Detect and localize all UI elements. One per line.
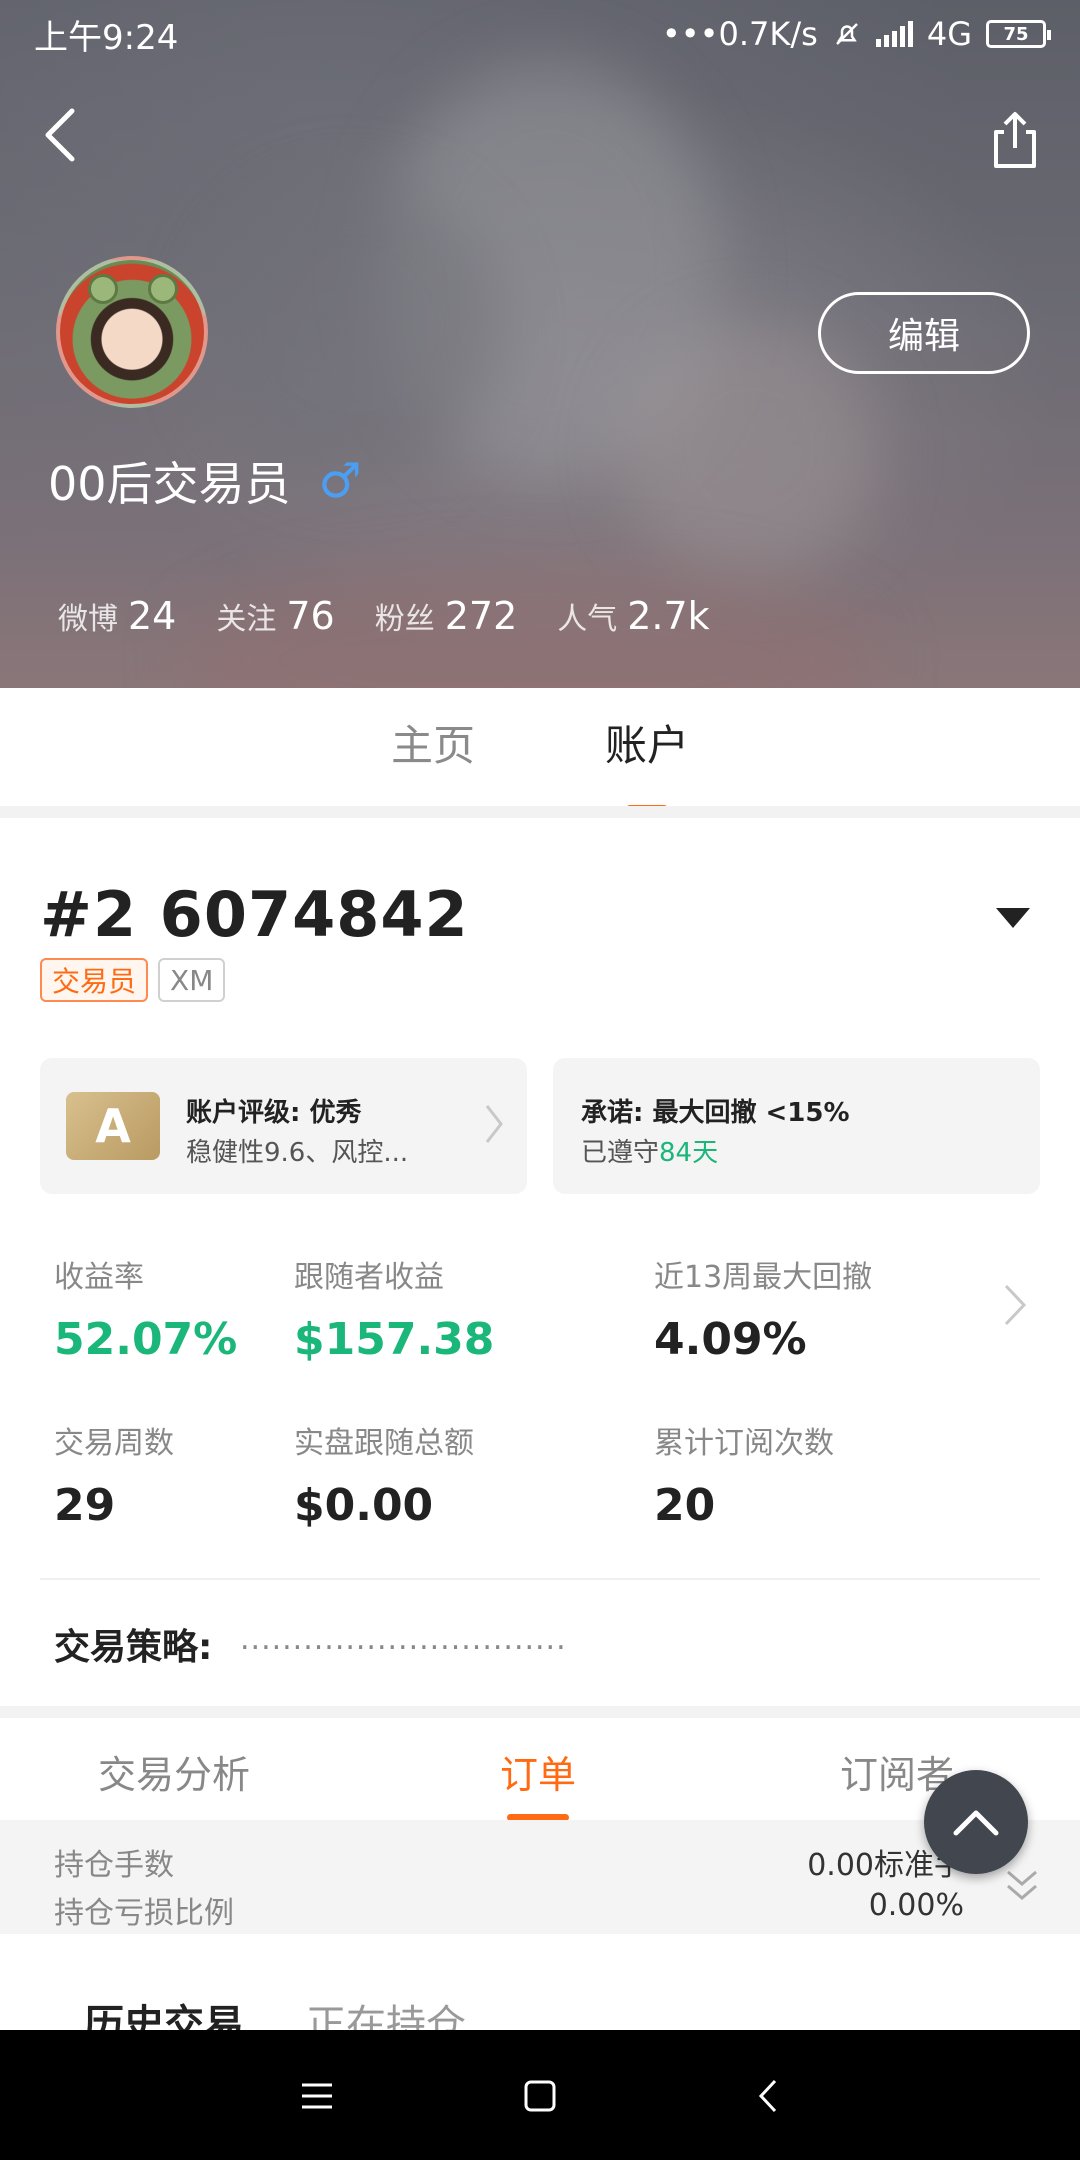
- detail-tabs: 交易分析 订单 订阅者: [0, 1718, 1080, 1820]
- signal-icon: [875, 21, 913, 47]
- profile-tabs: 主页 账户: [0, 688, 1080, 806]
- stat-label: 人气: [557, 602, 618, 637]
- back-button[interactable]: [30, 100, 90, 170]
- position-loss-value: 0.00%: [868, 1888, 964, 1923]
- net-speed: •••0.7K/s: [661, 15, 818, 53]
- metric-label: 交易周数: [54, 1426, 174, 1461]
- menu-button[interactable]: [293, 2072, 341, 2120]
- history-tabs: 历史交易 正在持仓: [0, 1934, 1080, 2030]
- username: 00后交易员: [48, 457, 291, 511]
- back-icon: [45, 108, 75, 162]
- metric-value: $0.00: [294, 1480, 434, 1531]
- stat-value: 24: [128, 594, 177, 638]
- tab-home[interactable]: 主页: [391, 712, 475, 783]
- home-button[interactable]: [516, 2072, 564, 2120]
- metric-label: 收益率: [54, 1260, 144, 1295]
- system-nav-bar: [0, 2030, 1080, 2160]
- tag-trader: 交易员: [40, 958, 149, 1002]
- metric-value: 20: [654, 1480, 716, 1531]
- promise-card: 承诺: 最大回撤 <15% 已遵守84天: [553, 1058, 1040, 1194]
- rating-subtitle: 稳健性9.6、风控...: [186, 1138, 409, 1168]
- metric-follow-amount: 实盘跟随总额 $0.00: [294, 1418, 474, 1531]
- tab-trade-analysis[interactable]: 交易分析: [98, 1744, 250, 1799]
- rating-badge: A: [66, 1092, 160, 1160]
- stat-label: 关注: [216, 602, 277, 637]
- tab-history-trades[interactable]: 历史交易: [84, 1992, 244, 2030]
- stat-followers[interactable]: 粉丝 272: [375, 594, 518, 638]
- share-icon: [994, 112, 1036, 168]
- metric-follower-profit: 跟随者收益 $157.38: [294, 1252, 494, 1365]
- metric-value: 29: [54, 1480, 116, 1531]
- tag-broker: XM: [158, 958, 226, 1002]
- stat-label: 微博: [58, 602, 118, 637]
- male-gender-icon: ♂: [318, 453, 362, 509]
- stat-label: 粉丝: [374, 602, 435, 637]
- stat-following[interactable]: 关注 76: [216, 594, 334, 638]
- scroll-top-icon: [953, 1810, 999, 1836]
- mute-bell-icon: [835, 23, 858, 45]
- rating-title: 账户评级: 优秀: [186, 1098, 362, 1128]
- stat-value: 2.7k: [627, 594, 710, 638]
- strategy-label: 交易策略:: [54, 1627, 213, 1668]
- metric-value: 52.07%: [54, 1314, 238, 1365]
- share-button[interactable]: [980, 100, 1050, 180]
- metric-subscriptions: 累计订阅次数 20: [654, 1418, 834, 1531]
- metric-label: 跟随者收益: [294, 1260, 444, 1295]
- username-row: 00后交易员 ♂: [48, 448, 362, 514]
- profile-stats: 微博 24 关注 76 粉丝 272 人气 2.7k: [58, 594, 710, 638]
- edit-button[interactable]: 编辑: [818, 292, 1030, 374]
- strategy-value: ...............................: [240, 1622, 567, 1657]
- account-tags: 交易员 XM: [40, 958, 226, 1002]
- metric-value: 4.09%: [654, 1314, 807, 1365]
- position-loss-label: 持仓亏损比例: [54, 1896, 234, 1931]
- network-type: 4G: [926, 15, 972, 53]
- tab-account[interactable]: 账户: [605, 712, 689, 783]
- system-back-button[interactable]: [744, 2072, 792, 2120]
- chevron-right-icon[interactable]: [1002, 1282, 1028, 1328]
- account-number: #2 6074842: [40, 878, 469, 951]
- promise-subtitle: 已遵守84天: [581, 1132, 718, 1169]
- battery-icon: 75: [986, 20, 1051, 48]
- metric-return-rate: 收益率 52.07%: [54, 1252, 237, 1365]
- stat-value: 272: [444, 594, 518, 638]
- chevron-right-icon: [485, 1105, 503, 1143]
- menu-icon: [302, 2083, 332, 2109]
- tab-open-positions[interactable]: 正在持仓: [306, 1992, 466, 2030]
- stat-weibo[interactable]: 微博 24: [58, 594, 176, 638]
- home-icon: [524, 2080, 556, 2112]
- position-lots-label: 持仓手数: [54, 1848, 174, 1883]
- account-rating-card[interactable]: A 账户评级: 优秀 稳健性9.6、风控...: [40, 1058, 527, 1194]
- position-summary: 持仓手数 0.00标准手 持仓亏损比例 0.00%: [0, 1820, 1080, 1934]
- stat-value: 76: [286, 594, 335, 638]
- promise-prefix: 已遵守: [581, 1138, 660, 1168]
- promise-title: 承诺: 最大回撤 <15%: [581, 1098, 850, 1128]
- metric-max-drawdown[interactable]: 近13周最大回撤 4.09%: [654, 1252, 872, 1365]
- metric-label: 累计订阅次数: [654, 1426, 834, 1461]
- promise-days: 84天: [659, 1138, 719, 1168]
- stat-popularity: 人气 2.7k: [557, 594, 709, 638]
- tab-orders[interactable]: 订单: [500, 1744, 576, 1799]
- avatar[interactable]: [56, 256, 208, 408]
- scroll-top-button[interactable]: [924, 1770, 1028, 1874]
- status-time: 上午9:24: [34, 17, 179, 58]
- metric-value: $157.38: [294, 1314, 495, 1365]
- expand-icon[interactable]: [1004, 1866, 1040, 1906]
- status-icons: •••0.7K/s 4G 75: [661, 15, 1051, 53]
- divider: [0, 806, 1080, 818]
- metric-label: 近13周最大回撤: [654, 1260, 873, 1295]
- divider: [40, 1578, 1040, 1580]
- metric-label: 实盘跟随总额: [294, 1426, 474, 1461]
- dropdown-arrow-icon[interactable]: [996, 908, 1030, 928]
- metric-trading-weeks: 交易周数 29: [54, 1418, 174, 1531]
- divider: [0, 1706, 1080, 1718]
- status-bar: 上午9:24 •••0.7K/s 4G 75: [0, 0, 1080, 68]
- back-nav-icon: [758, 2079, 777, 2113]
